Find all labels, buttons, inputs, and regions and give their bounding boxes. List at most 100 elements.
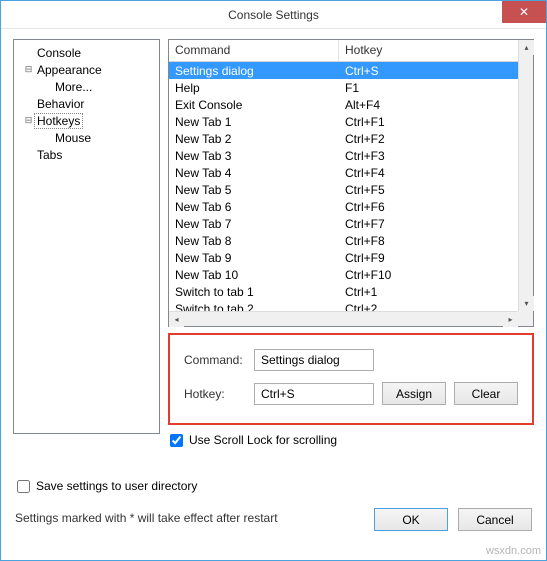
save-user-dir-row: Save settings to user directory [17, 479, 532, 493]
settings-dialog: Console Settings ✕ Console⊟AppearanceMor… [0, 0, 547, 561]
table-row[interactable]: New Tab 8Ctrl+F8 [169, 232, 518, 249]
table-row[interactable]: New Tab 3Ctrl+F3 [169, 147, 518, 164]
content-area: Console⊟AppearanceMore...Behavior⊟Hotkey… [1, 29, 546, 560]
cell-hotkey: Ctrl+F10 [339, 268, 518, 282]
tree-spacer-icon [22, 46, 35, 59]
scroll-corner [518, 311, 533, 326]
tree-item-console[interactable]: Console [16, 44, 157, 61]
cell-command: New Tab 6 [169, 200, 339, 214]
close-button[interactable]: ✕ [502, 1, 546, 23]
cell-command: New Tab 10 [169, 268, 339, 282]
close-icon: ✕ [519, 5, 529, 19]
scroll-left-icon[interactable]: ◂ [169, 312, 184, 327]
table-row[interactable]: New Tab 4Ctrl+F4 [169, 164, 518, 181]
hotkey-edit-panel: Command: Settings dialog Hotkey: Ctrl+S … [168, 333, 534, 425]
column-hotkey[interactable]: Hotkey [339, 40, 533, 61]
table-row[interactable]: Exit ConsoleAlt+F4 [169, 96, 518, 113]
save-user-dir-label[interactable]: Save settings to user directory [36, 479, 197, 493]
restart-note: Settings marked with * will take effect … [15, 511, 278, 525]
cell-hotkey: Ctrl+F9 [339, 251, 518, 265]
vertical-scrollbar[interactable]: ▴ ▾ [518, 40, 533, 311]
table-row[interactable]: New Tab 2Ctrl+F2 [169, 130, 518, 147]
cell-hotkey: Ctrl+F4 [339, 166, 518, 180]
tree-item-more-[interactable]: More... [16, 78, 157, 95]
cell-command: New Tab 3 [169, 149, 339, 163]
table-row[interactable]: Switch to tab 1Ctrl+1 [169, 283, 518, 300]
collapse-icon[interactable]: ⊟ [22, 114, 35, 127]
cell-hotkey: Ctrl+F2 [339, 132, 518, 146]
hotkey-table: Command Hotkey Settings dialogCtrl+SHelp… [168, 39, 534, 327]
tree-item-mouse[interactable]: Mouse [16, 129, 157, 146]
scroll-up-icon[interactable]: ▴ [519, 40, 534, 55]
table-row[interactable]: Switch to tab 2Ctrl+2 [169, 300, 518, 311]
tree-label: Console [35, 46, 83, 60]
table-row[interactable]: New Tab 1Ctrl+F1 [169, 113, 518, 130]
cell-command: New Tab 1 [169, 115, 339, 129]
table-row[interactable]: New Tab 6Ctrl+F6 [169, 198, 518, 215]
window-title: Console Settings [228, 8, 319, 22]
watermark: wsxdn.com [486, 545, 541, 557]
category-tree[interactable]: Console⊟AppearanceMore...Behavior⊟Hotkey… [13, 39, 160, 434]
cell-hotkey: Ctrl+F7 [339, 217, 518, 231]
assign-button[interactable]: Assign [382, 382, 446, 405]
table-header: Command Hotkey [169, 40, 533, 62]
hotkey-input[interactable]: Ctrl+S [254, 383, 374, 405]
tree-spacer-icon [40, 80, 53, 93]
cell-hotkey: Ctrl+F1 [339, 115, 518, 129]
ok-button[interactable]: OK [374, 508, 448, 531]
table-body[interactable]: Settings dialogCtrl+SHelpF1Exit ConsoleA… [169, 62, 518, 311]
scroll-lock-row: Use Scroll Lock for scrolling [170, 433, 534, 447]
title-bar: Console Settings ✕ [1, 1, 546, 29]
command-field: Settings dialog [254, 349, 374, 371]
tree-item-appearance[interactable]: ⊟Appearance [16, 61, 157, 78]
cell-command: New Tab 7 [169, 217, 339, 231]
collapse-icon[interactable]: ⊟ [22, 63, 35, 76]
tree-item-tabs[interactable]: Tabs [16, 146, 157, 163]
clear-button[interactable]: Clear [454, 382, 518, 405]
tree-item-hotkeys[interactable]: ⊟Hotkeys [16, 112, 157, 129]
tree-label: Mouse [53, 131, 93, 145]
cell-command: New Tab 8 [169, 234, 339, 248]
tree-item-behavior[interactable]: Behavior [16, 95, 157, 112]
cell-hotkey: Alt+F4 [339, 98, 518, 112]
table-row[interactable]: New Tab 9Ctrl+F9 [169, 249, 518, 266]
cell-command: Exit Console [169, 98, 339, 112]
cell-hotkey: Ctrl+F3 [339, 149, 518, 163]
tree-label: Appearance [35, 63, 104, 77]
cell-command: New Tab 5 [169, 183, 339, 197]
table-row[interactable]: HelpF1 [169, 79, 518, 96]
save-user-dir-checkbox[interactable] [17, 480, 30, 493]
cell-hotkey: Ctrl+F8 [339, 234, 518, 248]
table-row[interactable]: Settings dialogCtrl+S [169, 62, 518, 79]
cell-hotkey: Ctrl+F5 [339, 183, 518, 197]
cell-command: New Tab 2 [169, 132, 339, 146]
hotkey-label: Hotkey: [184, 387, 246, 401]
column-command[interactable]: Command [169, 40, 339, 61]
cell-command: Settings dialog [169, 64, 339, 78]
cell-hotkey: Ctrl+1 [339, 285, 518, 299]
cell-hotkey: F1 [339, 81, 518, 95]
scroll-lock-label[interactable]: Use Scroll Lock for scrolling [189, 433, 337, 447]
scroll-right-icon[interactable]: ▸ [503, 312, 518, 327]
scroll-down-icon[interactable]: ▾ [519, 296, 534, 311]
cell-hotkey: Ctrl+2 [339, 302, 518, 312]
tree-spacer-icon [22, 148, 35, 161]
scroll-lock-checkbox[interactable] [170, 434, 183, 447]
cell-command: New Tab 9 [169, 251, 339, 265]
cell-hotkey: Ctrl+S [339, 64, 518, 78]
tree-label: Hotkeys [35, 114, 82, 128]
cell-command: Switch to tab 2 [169, 302, 339, 312]
cell-command: Help [169, 81, 339, 95]
command-label: Command: [184, 353, 246, 367]
tree-spacer-icon [40, 131, 53, 144]
table-row[interactable]: New Tab 10Ctrl+F10 [169, 266, 518, 283]
tree-spacer-icon [22, 97, 35, 110]
horizontal-scrollbar[interactable]: ◂ ▸ [169, 311, 518, 326]
cancel-button[interactable]: Cancel [458, 508, 532, 531]
table-row[interactable]: New Tab 7Ctrl+F7 [169, 215, 518, 232]
table-row[interactable]: New Tab 5Ctrl+F5 [169, 181, 518, 198]
tree-label: Behavior [35, 97, 86, 111]
cell-command: New Tab 4 [169, 166, 339, 180]
tree-label: More... [53, 80, 94, 94]
tree-label: Tabs [35, 148, 64, 162]
